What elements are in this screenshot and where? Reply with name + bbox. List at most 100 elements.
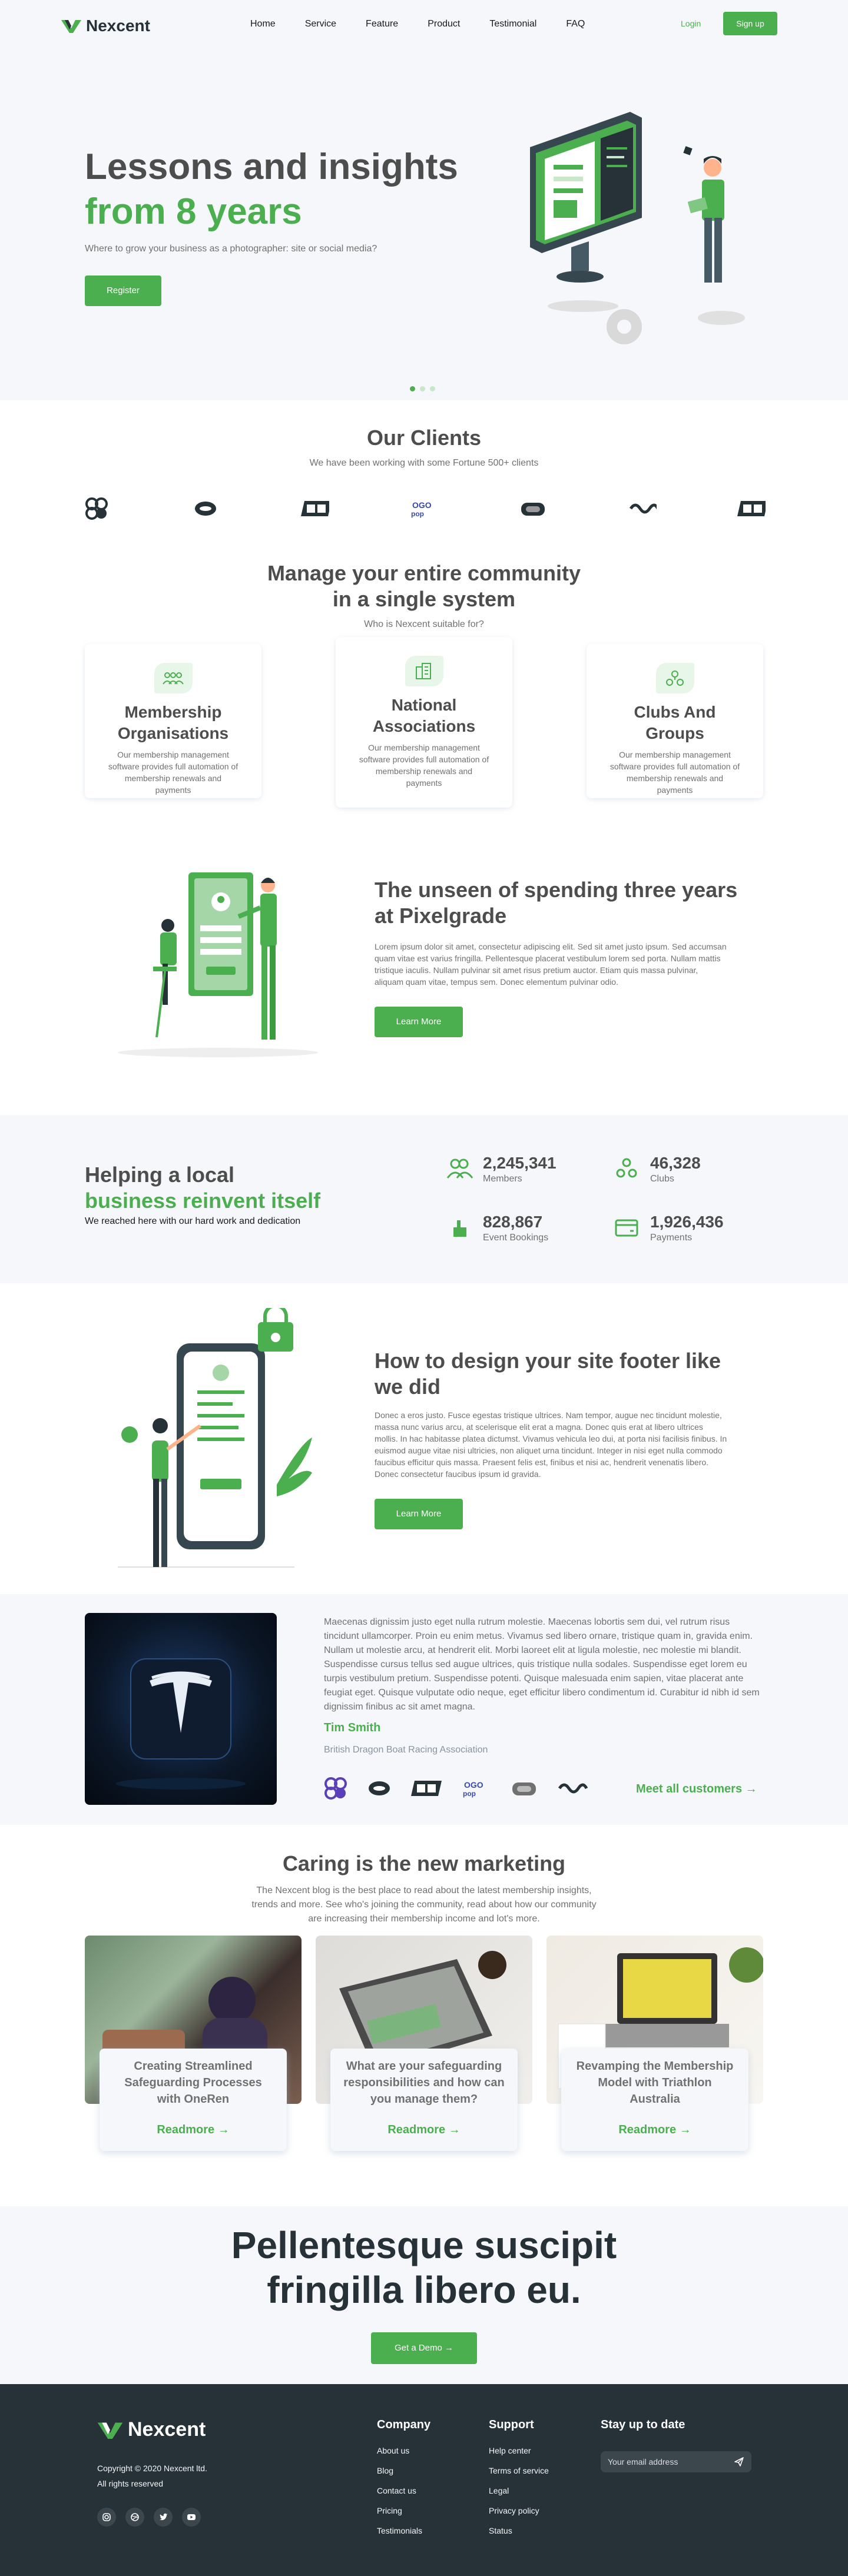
stats-section: Helping a local business reinvent itself… [0,1115,848,1283]
footer-company-title: Company [377,2418,431,2431]
footer-link-help[interactable]: Help center [489,2446,549,2455]
dribbble-icon[interactable] [125,2508,144,2527]
customer-logo: OGOpop [463,1780,483,1798]
card-title: Membership Organisations [117,703,229,742]
nav-feature[interactable]: Feature [366,19,398,29]
carousel-dots [410,386,435,391]
feature1-body: Lorem ipsum dolor sit amet, consectetur … [375,942,727,987]
client-logo: OGO pop [410,494,438,523]
stat-value: 1,926,436 [650,1213,724,1231]
customer-logo [512,1782,536,1795]
nav-faq[interactable]: FAQ [566,19,585,29]
community-card: Clubs And Groups Our membership manageme… [587,644,763,798]
community-card: Membership Organisations Our membership … [85,644,261,798]
footer-link-about[interactable]: About us [377,2446,430,2455]
card-text: Our membership management software provi… [610,750,740,795]
footer-link-contact[interactable]: Contact us [377,2486,430,2495]
footer-newsletter: Stay up to date [601,2418,685,2446]
logo-icon [97,2422,123,2439]
readmore-link[interactable]: Readmore → [330,2123,518,2137]
stats-title-line1: Helping a local [85,1163,235,1187]
footer-link-testimonials[interactable]: Testimonials [377,2526,430,2535]
carousel-dot[interactable] [410,386,415,391]
carousel-dot[interactable] [430,386,435,391]
card-text: Our membership management software provi… [108,750,238,795]
client-logo [628,494,657,523]
arrow-right-icon: → [445,2343,454,2353]
client-logo [191,494,220,523]
blog-card[interactable]: What are your safeguarding responsibilit… [330,2049,518,2151]
twitter-icon[interactable] [154,2508,173,2527]
hands-icon [655,663,694,693]
card-payment-icon [615,1219,638,1237]
blog-card[interactable]: Revamping the Membership Model with Tria… [561,2049,748,2151]
testimonial-quote: Maecenas dignissim justo eget nulla rutr… [324,1617,760,1712]
brand-name: Nexcent [86,16,150,35]
community-title: Manage your entire community in a single… [0,560,848,612]
register-button[interactable]: Register [85,275,161,306]
footer-logo[interactable]: Nexcent [97,2418,206,2441]
footer-link-status[interactable]: Status [489,2526,549,2535]
readmore-link[interactable]: Readmore → [100,2123,287,2137]
nav-home[interactable]: Home [250,19,276,29]
footer-link-pricing[interactable]: Pricing [377,2506,430,2515]
nav-service[interactable]: Service [305,19,336,29]
login-button[interactable]: Login [681,19,701,28]
newsletter-title: Stay up to date [601,2418,685,2431]
arrow-right-icon: → [217,2123,230,2136]
blog-subtitle-line3: are increasing their membership income a… [308,1914,540,1924]
footer-link-privacy[interactable]: Privacy policy [489,2506,549,2515]
footer-link-blog[interactable]: Blog [377,2466,430,2475]
logo-icon [61,20,81,33]
feature1-illustration [118,872,318,1057]
client-logos: OGO pop [82,494,766,523]
stat-value: 2,245,341 [483,1154,556,1172]
cta-title-line2: fringilla libero eu. [267,2269,581,2311]
client-logo [519,494,547,523]
hero-illustration [530,112,745,344]
blog-card-title: Revamping the Membership Model with Tria… [576,2060,734,2106]
feature1-learn-more-button[interactable]: Learn More [375,1007,463,1037]
customer-logo [411,1781,442,1796]
card-text: Our membership management software provi… [359,743,489,788]
readmore-label: Readmore [618,2123,677,2136]
blog-card[interactable]: Creating Streamlined Safeguarding Proces… [100,2049,287,2151]
stat-clubs: 46,328 Clubs [612,1153,701,1184]
stat-label: Payments [650,1233,693,1243]
hero-section: Lessons and insights from 8 years Where … [0,0,848,400]
readmore-link[interactable]: Readmore → [561,2123,748,2137]
nav-product[interactable]: Product [428,19,460,29]
stats-subtitle: We reached here with our hard work and d… [85,1216,301,1226]
clubs-icon [616,1158,637,1178]
blog-subtitle-line2: trends and more. See who's joining the c… [251,1900,597,1910]
card-title: Clubs And Groups [634,703,716,742]
send-icon[interactable] [734,2457,744,2467]
blog-card-title: Creating Streamlined Safeguarding Proces… [124,2060,262,2106]
client-logo [82,494,111,523]
stat-members: 2,245,341 Members [445,1153,556,1184]
newsletter-email-input[interactable]: Your email address [601,2451,751,2472]
hand-icon [453,1220,466,1237]
feature2-learn-more-button[interactable]: Learn More [375,1499,463,1529]
rights-text: All rights reserved [97,2479,164,2488]
hero-title-line1: Lessons and insights [85,147,458,187]
card-title: National Associations [372,696,476,735]
footer-brand-name: Nexcent [128,2418,206,2441]
carousel-dot[interactable] [420,386,425,391]
stat-payments: 1,926,436 Payments [612,1211,724,1243]
cta-title-line1: Pellentesque suscipit [231,2224,617,2266]
signup-button[interactable]: Sign up [723,12,777,35]
footer-support: Support Help center Terms of service Leg… [489,2418,549,2546]
get-demo-button[interactable]: Get a Demo → [371,2332,477,2364]
nav-testimonial[interactable]: Testimonial [489,19,536,29]
meet-all-customers-link[interactable]: Meet all customers → [636,1782,757,1796]
instagram-icon[interactable] [97,2508,116,2527]
customer-logos: OGO pop [324,1777,588,1800]
blog-card-title: What are your safeguarding responsibilit… [343,2060,505,2106]
youtube-icon[interactable] [182,2508,201,2527]
arrow-right-icon: → [745,1782,757,1795]
brand-logo[interactable]: Nexcent [61,16,150,35]
testimonial-role: British Dragon Boat Racing Association [324,1745,488,1755]
footer-link-legal[interactable]: Legal [489,2486,549,2495]
footer-link-terms[interactable]: Terms of service [489,2466,549,2475]
